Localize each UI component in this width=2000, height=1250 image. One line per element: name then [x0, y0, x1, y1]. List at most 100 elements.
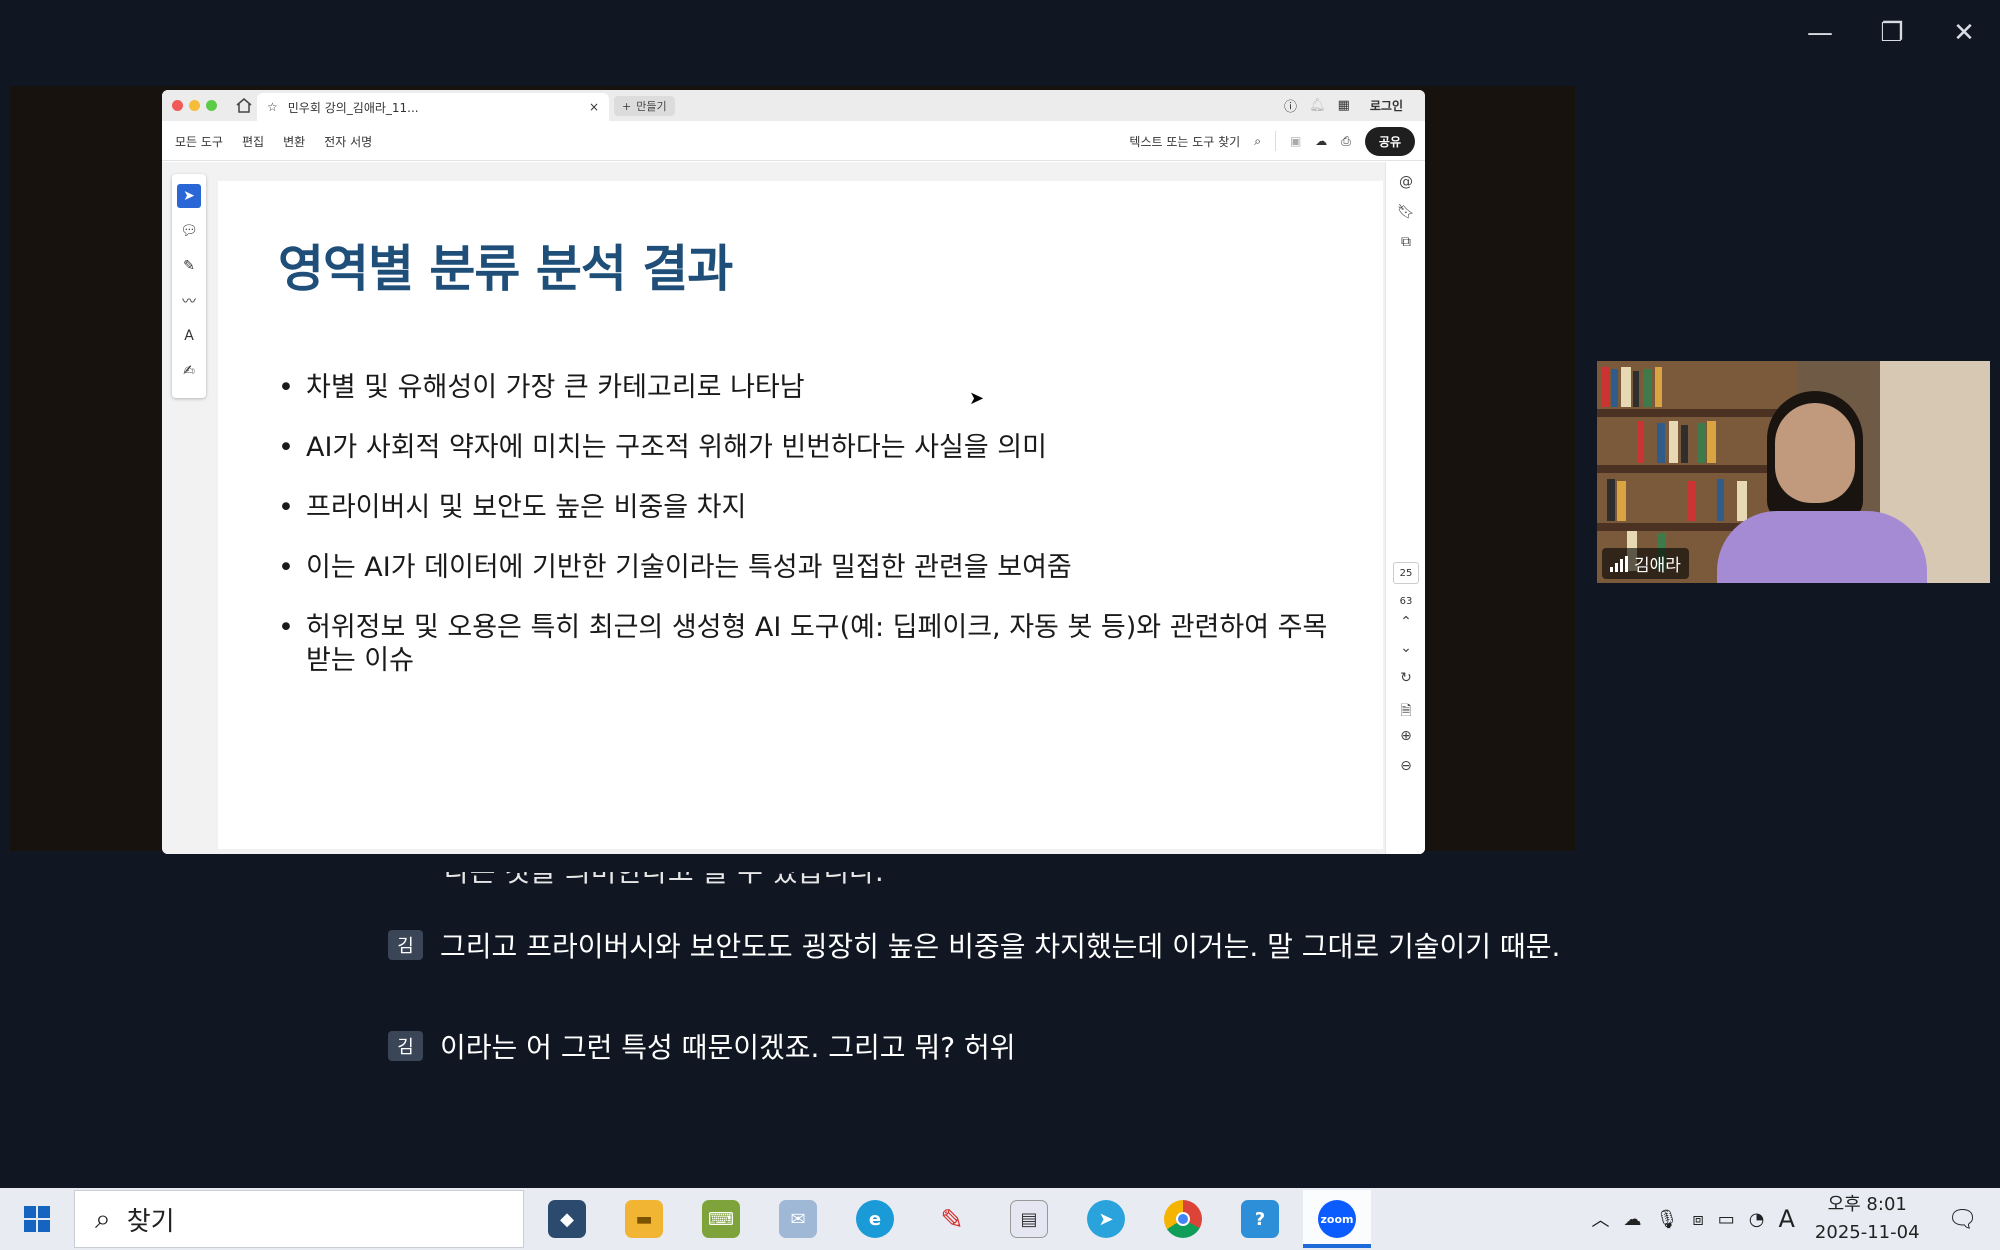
wifi-icon[interactable]: ◔ [1749, 1209, 1765, 1230]
menu-e-sign[interactable]: 전자 서명 [324, 133, 372, 150]
acrobat-toolbar: 모든 도구 편집 변환 전자 서명 텍스트 또는 도구 찾기 ⌕ ▣ ☁ ⎙ 공… [162, 121, 1425, 161]
upload-cloud-icon[interactable]: ☁ [1315, 134, 1327, 148]
calendar-app-icon[interactable]: ▤ [995, 1190, 1063, 1248]
close-dot-icon[interactable] [172, 100, 183, 111]
tabbar-right: ⓘ 🔔︎ ▦ 로그인 [1284, 90, 1403, 121]
start-button[interactable] [0, 1188, 74, 1250]
windows-logo-icon [24, 1206, 50, 1232]
participant-name: 김애라 [1634, 556, 1681, 576]
apps-grid-icon[interactable]: ▦ [1338, 98, 1350, 113]
help-app-icon[interactable]: ? [1226, 1190, 1294, 1248]
chevron-down-icon[interactable]: ⌄ [1386, 640, 1425, 656]
battery-icon[interactable]: ▭ [1718, 1209, 1735, 1230]
clock-date: 2025-11-04 [1814, 1222, 1920, 1243]
edge-browser-icon[interactable]: e [841, 1190, 909, 1248]
chevron-up-icon[interactable]: ︿ [1591, 1206, 1609, 1232]
text-box-icon[interactable]: A [177, 324, 201, 348]
widgets-app-icon[interactable]: ◆ [533, 1190, 601, 1248]
caption-partial-line: 다는 것을 의미한다고 볼 수 있습니다. [444, 872, 964, 890]
save-icon[interactable]: ▣ [1290, 134, 1301, 148]
menu-edit[interactable]: 편집 [242, 133, 264, 150]
share-button[interactable]: 공유 [1364, 126, 1415, 156]
tab-close-icon[interactable]: × [589, 100, 599, 114]
screen-record-icon[interactable]: ⧈ [1692, 1209, 1703, 1230]
comment-icon[interactable]: 💬︎ [177, 219, 201, 243]
star-icon[interactable]: ☆ [267, 100, 278, 114]
tab-bar: ☆ 민우회 강의_김애라_11... × + 만들기 ⓘ 🔔︎ ▦ 로그인 [162, 90, 1425, 121]
minimize-dot-icon[interactable] [189, 100, 200, 111]
taskbar-search-input[interactable]: ⌕ 찾기 [74, 1190, 524, 1248]
slide-title: 영역별 분류 분석 결과 [278, 240, 733, 298]
print-icon[interactable]: ⎙ [1341, 134, 1351, 149]
onedrive-cloud-icon[interactable]: ☁ [1623, 1209, 1641, 1230]
desktop-screen: — ❐ ✕ ☆ 민우회 강의_김애라_11... × + 만들기 ⓘ 🔔︎ ▦ … [0, 0, 2000, 1250]
restore-button[interactable]: ❐ [1856, 0, 1928, 66]
bullet-item: 차별 및 유해성이 가장 큰 카테고리로 나타남 [278, 371, 1328, 404]
acrobat-window: ☆ 민우회 강의_김애라_11... × + 만들기 ⓘ 🔔︎ ▦ 로그인 모든… [162, 90, 1425, 854]
clock-time: 오후 8:01 [1827, 1194, 1907, 1215]
notifications-icon[interactable]: 🗨︎ [1948, 1205, 1978, 1233]
page-document-icon[interactable]: 🗎 [1386, 700, 1425, 724]
bullet-item: 허위정보 및 오용은 특히 최근의 생성형 AI 도구(예: 딥페이크, 자동 … [278, 611, 1328, 677]
bell-icon[interactable]: 🔔︎ [1309, 98, 1326, 113]
mouse-cursor-icon: ➤ [969, 388, 985, 409]
chevron-up-icon[interactable]: ⌃ [1386, 614, 1425, 630]
home-icon[interactable] [236, 98, 252, 113]
divider [1274, 131, 1276, 151]
close-button[interactable]: ✕ [1928, 0, 2000, 66]
caption-item: 김 그리고 프라이버시와 보안도도 굉장히 높은 비중을 차지했는데 이거는. … [388, 924, 1588, 969]
right-rail: @ 🔖︎ ⧉ 25 63 ⌃ ⌄ ↻ 🗎 ⊕ ⊖ [1385, 162, 1425, 854]
bookmark-icon[interactable]: 🔖︎ [1386, 204, 1425, 220]
pdf-page: 영역별 분류 분석 결과 차별 및 유해성이 가장 큰 카테고리로 나타남 AI… [218, 181, 1383, 849]
search-icon[interactable]: ⌕ [1254, 134, 1261, 149]
copy-pages-icon[interactable]: ⧉ [1386, 234, 1425, 250]
tab-title: 민우회 강의_김애라_11... [287, 100, 419, 115]
menu-all-tools[interactable]: 모든 도구 [175, 133, 223, 150]
ai-assistant-icon[interactable]: @ [1386, 174, 1425, 190]
sign-icon[interactable]: ✍ [177, 359, 201, 383]
maximize-dot-icon[interactable] [206, 100, 217, 111]
current-page-field[interactable]: 25 [1393, 562, 1419, 584]
total-pages: 63 [1399, 596, 1413, 607]
ime-indicator[interactable]: A [1779, 1205, 1795, 1233]
system-clock[interactable]: 오후 8:01 2025-11-04 [1815, 1191, 1920, 1247]
keyboard-app-icon[interactable]: ⌨ [687, 1190, 755, 1248]
slide-bullet-list: 차별 및 유해성이 가장 큰 카테고리로 나타남 AI가 사회적 약자에 미치는… [278, 371, 1328, 704]
chrome-browser-icon[interactable] [1149, 1190, 1217, 1248]
search-placeholder: 찾기 [126, 1206, 175, 1237]
caption-text: 그리고 프라이버시와 보안도도 굉장히 높은 비중을 차지했는데 이거는. 말 … [440, 930, 1561, 963]
signal-strength-icon [1610, 555, 1628, 572]
new-tab-button[interactable]: + 만들기 [614, 96, 675, 116]
menu-convert[interactable]: 변환 [283, 133, 305, 150]
draw-freeform-icon[interactable]: 〰 [177, 289, 201, 313]
login-button[interactable]: 로그인 [1370, 97, 1403, 114]
zoom-in-icon[interactable]: ⊕ [1386, 728, 1425, 744]
participant-video[interactable]: 김애라 [1597, 361, 1990, 583]
pen-app-icon[interactable]: ✎ [918, 1190, 986, 1248]
refresh-icon[interactable]: ↻ [1386, 670, 1425, 686]
file-explorer-icon[interactable]: ▬ [610, 1190, 678, 1248]
left-tool-palette: ➤ 💬︎ ✎ 〰 A ✍ [172, 174, 206, 398]
acrobat-menu: 모든 도구 편집 변환 전자 서명 [175, 133, 372, 150]
taskbar: ⌕ 찾기 ◆ ▬ ⌨ ✉ e ✎ ▤ ➤ ? zoom ︿ ☁ 🎙︎ ⧈ ▭ ◔… [0, 1188, 2000, 1250]
bullet-item: AI가 사회적 약자에 미치는 구조적 위해가 빈번하다는 사실을 의미 [278, 431, 1328, 464]
help-icon[interactable]: ⓘ [1284, 96, 1297, 115]
zoom-out-icon[interactable]: ⊖ [1386, 758, 1425, 774]
search-icon: ⌕ [95, 1202, 111, 1235]
highlight-pen-icon[interactable]: ✎ [177, 254, 201, 278]
notepad-app-icon[interactable]: ✉ [764, 1190, 832, 1248]
speaker-avatar: 김 [388, 1031, 423, 1061]
tab-document[interactable]: ☆ 민우회 강의_김애라_11... × [257, 93, 609, 121]
microphone-icon[interactable]: 🎙︎ [1655, 1209, 1678, 1230]
telegram-app-icon[interactable]: ➤ [1072, 1190, 1140, 1248]
caption-item: 김 이라는 어 그런 특성 때문이겠죠. 그리고 뭐? 허위 [388, 1025, 1588, 1070]
zoom-app-icon[interactable]: zoom [1303, 1190, 1371, 1248]
participant-face [1775, 403, 1855, 503]
zoom-label: zoom [1318, 1200, 1356, 1238]
caption-text: 이라는 어 그런 특성 때문이겠죠. 그리고 뭐? 허위 [440, 1031, 1016, 1064]
select-pointer-icon[interactable]: ➤ [177, 184, 201, 208]
participant-name-tag: 김애라 [1602, 548, 1689, 579]
minimize-button[interactable]: — [1784, 0, 1856, 66]
find-tools-label[interactable]: 텍스트 또는 도구 찾기 [1129, 133, 1240, 150]
window-controls: — ❐ ✕ [1784, 0, 2000, 66]
